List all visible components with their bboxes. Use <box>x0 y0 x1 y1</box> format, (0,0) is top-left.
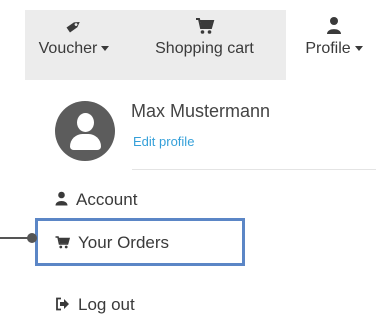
edit-profile-link[interactable]: Edit profile <box>133 134 194 149</box>
nav-voucher-label: Voucher <box>38 40 98 57</box>
divider <box>132 169 376 170</box>
nav-profile-label: Profile <box>305 40 351 57</box>
callout-line <box>0 237 30 239</box>
shopping-cart-icon <box>195 18 214 34</box>
nav-shopping-cart-label: Shopping cart <box>155 40 254 57</box>
nav-shopping-cart[interactable]: Shopping cart <box>123 10 286 80</box>
top-navigation: Voucher Shopping cart Profile <box>0 0 376 80</box>
profile-summary: Max Mustermann Edit profile <box>35 80 376 172</box>
menu-item-account[interactable]: Account <box>55 190 137 214</box>
user-name: Max Mustermann <box>131 101 271 121</box>
nav-profile[interactable]: Profile <box>292 10 376 80</box>
chevron-down-icon <box>354 46 363 52</box>
user-icon <box>327 17 341 34</box>
menu-item-log-out-label: Log out <box>78 295 135 314</box>
avatar <box>55 101 115 161</box>
menu-item-account-label: Account <box>76 190 138 209</box>
callout-dot <box>27 233 37 243</box>
menu-item-log-out[interactable]: Log out <box>55 295 135 319</box>
user-icon <box>55 191 68 206</box>
sign-out-icon <box>56 297 69 310</box>
chevron-down-icon <box>101 46 110 52</box>
highlight-box <box>35 218 245 266</box>
profile-dropdown: Max Mustermann Edit profile Account Your… <box>35 80 376 315</box>
nav-voucher[interactable]: Voucher <box>25 10 123 80</box>
tag-icon <box>66 21 80 33</box>
